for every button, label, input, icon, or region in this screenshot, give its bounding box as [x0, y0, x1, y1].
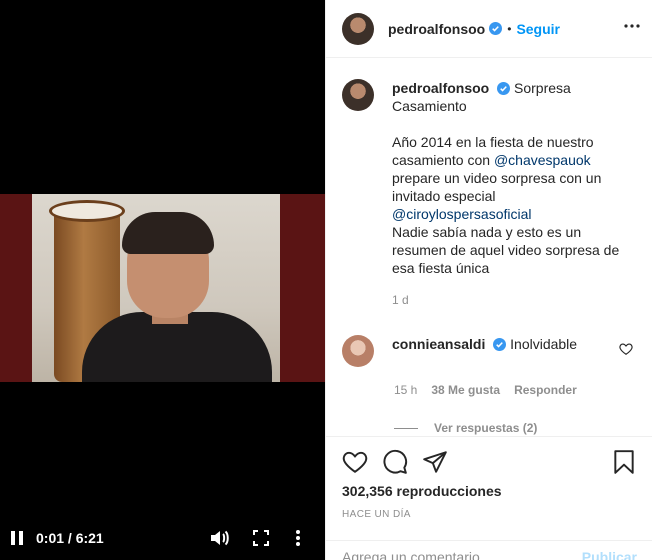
avatar[interactable]	[342, 335, 374, 367]
post-actions: 302,356 reproducciones HACE UN DÍA	[326, 436, 652, 520]
comment-text: connieansaldi Inolvidable	[392, 335, 577, 367]
more-horizontal-icon[interactable]	[620, 14, 644, 38]
action-row	[342, 437, 637, 487]
reply-button[interactable]: Responder	[514, 383, 577, 397]
mention-link[interactable]: @ciroylospersasoficial	[392, 205, 636, 223]
comment-input[interactable]	[342, 549, 582, 560]
caption-username[interactable]: pedroalfonsoo	[392, 80, 489, 96]
follow-button[interactable]: Seguir	[516, 21, 560, 37]
video-time: 0:01 / 6:21	[36, 530, 104, 546]
post-sidebar: pedroalfonsoo • Seguir pedroalfonsoo Sor…	[325, 0, 652, 560]
video-thumbnail	[32, 194, 280, 382]
add-comment-bar: Publicar	[326, 540, 652, 560]
separator-dot: •	[507, 21, 512, 36]
more-vertical-icon[interactable]	[295, 530, 301, 546]
avatar[interactable]	[342, 79, 374, 111]
fullscreen-icon[interactable]	[253, 530, 269, 546]
drum-head-image	[49, 200, 125, 222]
publish-button[interactable]: Publicar	[582, 549, 637, 560]
share-icon[interactable]	[422, 449, 448, 475]
post-header: pedroalfonsoo • Seguir	[326, 0, 652, 58]
caption-body: pedroalfonsoo Sorpresa Casamiento Año 20…	[392, 79, 636, 309]
view-count[interactable]: 302,356 reproducciones	[342, 483, 637, 499]
comments-section[interactable]: pedroalfonsoo Sorpresa Casamiento Año 20…	[326, 59, 652, 436]
caption-line: pedroalfonsoo Sorpresa	[392, 79, 636, 97]
verified-icon	[489, 22, 503, 35]
person-hair-image	[122, 212, 214, 254]
caption-text: Sorpresa	[514, 80, 571, 96]
replies-divider	[394, 427, 418, 429]
video-controls: 0:01 / 6:21	[0, 516, 325, 560]
video-frame[interactable]	[0, 194, 325, 382]
caption-text: casamiento con	[392, 152, 491, 168]
mention-link[interactable]: @chavespauok	[494, 152, 591, 168]
caption-gap	[392, 115, 636, 133]
comment-age[interactable]: 15 h	[394, 383, 417, 397]
caption-line: resumen de aquel video sorpresa de	[392, 242, 620, 258]
post-username[interactable]: pedroalfonsoo	[388, 21, 485, 37]
comment-meta: 15 h 38 Me gusta Responder	[394, 383, 652, 397]
heart-icon[interactable]	[619, 342, 633, 356]
caption-age[interactable]: 1 d	[392, 291, 636, 309]
comment-likes[interactable]: 38 Me gusta	[431, 383, 500, 397]
post-timestamp[interactable]: HACE UN DÍA	[342, 509, 637, 520]
comment-item: connieansaldi Inolvidable	[326, 309, 652, 367]
comment-body: Inolvidable	[510, 336, 578, 352]
caption-line: Año 2014 en la fiesta de nuestro	[392, 134, 594, 150]
volume-icon[interactable]	[209, 529, 229, 547]
view-replies-label: Ver respuestas (2)	[434, 421, 538, 435]
avatar[interactable]	[342, 12, 374, 45]
caption-line: Nadie sabía nada y esto es un	[392, 224, 582, 240]
caption-line: esa fiesta única	[392, 260, 490, 276]
verified-icon	[497, 82, 511, 95]
caption-line: invitado especial	[392, 188, 496, 204]
comment-username[interactable]: connieansaldi	[392, 336, 485, 352]
bookmark-icon[interactable]	[611, 449, 637, 475]
heart-icon[interactable]	[342, 449, 368, 475]
caption-line: prepare un video sorpresa con un	[392, 170, 602, 186]
caption-line: Casamiento	[392, 98, 467, 114]
verified-icon	[493, 338, 507, 351]
video-player[interactable]: 0:01 / 6:21	[0, 0, 325, 560]
caption-line: casamiento con @chavespauok	[392, 151, 636, 169]
view-replies-button[interactable]: Ver respuestas (2)	[394, 421, 652, 435]
pause-icon[interactable]	[10, 530, 24, 546]
comment-icon[interactable]	[382, 449, 408, 475]
post-caption: pedroalfonsoo Sorpresa Casamiento Año 20…	[326, 59, 652, 309]
